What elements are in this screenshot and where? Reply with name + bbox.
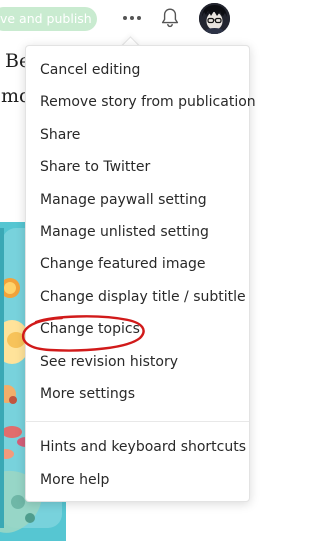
menu-item-share-to-twitter[interactable]: Share to Twitter bbox=[40, 157, 150, 177]
notifications-button[interactable] bbox=[159, 6, 181, 30]
save-and-publish-button[interactable]: ve and publish bbox=[0, 7, 97, 31]
menu-item-remove-from-publication[interactable]: Remove story from publication bbox=[40, 92, 256, 112]
more-options-button[interactable] bbox=[120, 8, 144, 28]
save-and-publish-label: ve and publish bbox=[0, 11, 92, 26]
menu-item-change-display-title[interactable]: Change display title / subtitle bbox=[40, 287, 246, 307]
bell-icon bbox=[161, 8, 179, 28]
avatar-image bbox=[199, 3, 230, 34]
menu-item-manage-unlisted[interactable]: Manage unlisted setting bbox=[40, 222, 209, 242]
menu-item-hints-shortcuts[interactable]: Hints and keyboard shortcuts bbox=[40, 437, 246, 457]
menu-item-change-featured-image[interactable]: Change featured image bbox=[40, 254, 206, 274]
menu-item-more-help[interactable]: More help bbox=[40, 470, 109, 490]
avatar[interactable] bbox=[199, 3, 230, 34]
story-options-menu: Cancel editing Remove story from publica… bbox=[25, 45, 256, 502]
menu-item-share[interactable]: Share bbox=[40, 125, 80, 145]
menu-divider bbox=[26, 421, 249, 422]
menu-item-manage-paywall[interactable]: Manage paywall setting bbox=[40, 190, 207, 210]
more-horizontal-icon bbox=[123, 16, 141, 20]
annotation-circle bbox=[21, 315, 145, 352]
menu-item-more-settings[interactable]: More settings bbox=[40, 384, 135, 404]
menu-item-cancel-editing[interactable]: Cancel editing bbox=[40, 60, 140, 80]
